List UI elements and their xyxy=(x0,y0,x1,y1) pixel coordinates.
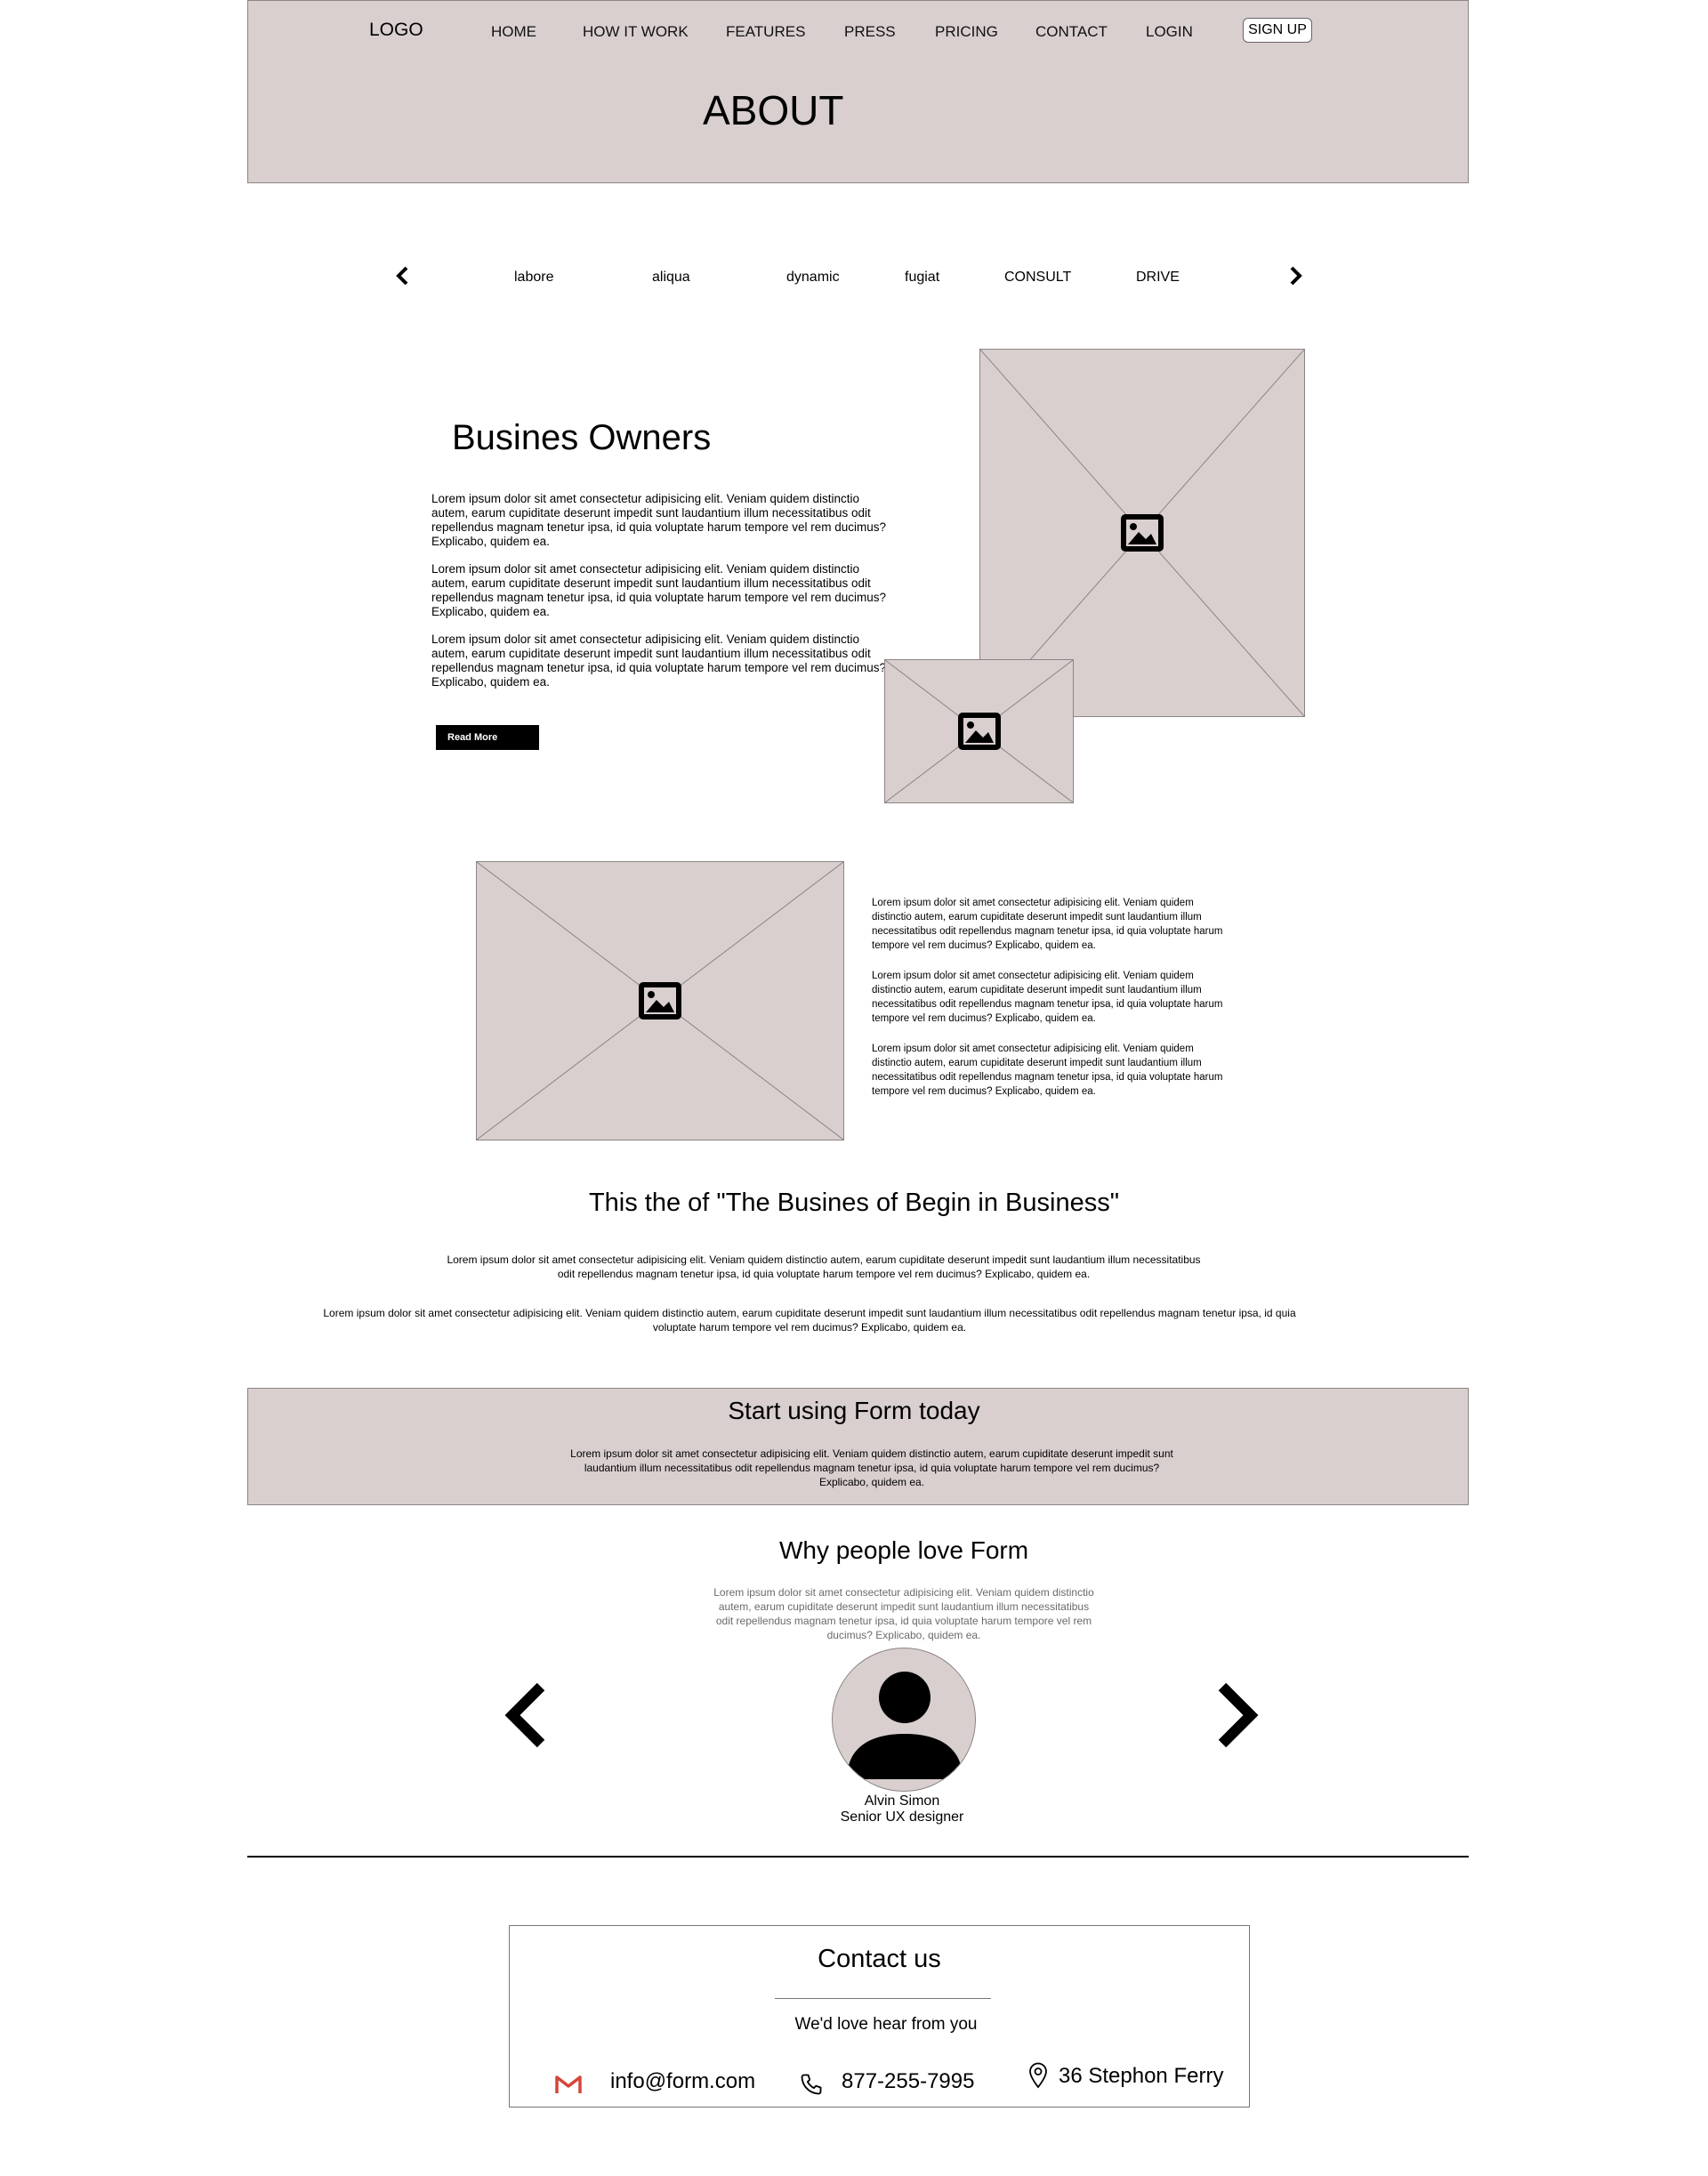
person-name: Alvin Simon xyxy=(864,1793,940,1809)
divider xyxy=(247,1856,1469,1858)
testimonial-text: Lorem ipsum dolor sit amet consectetur a… xyxy=(713,1586,1094,1641)
image-icon xyxy=(639,982,681,1019)
phone-icon xyxy=(801,2074,822,2095)
category-aliqua[interactable]: aliqua xyxy=(652,270,690,286)
gmail-icon xyxy=(555,2075,582,2094)
contact-title: Contact us xyxy=(818,1945,941,1973)
image-icon xyxy=(957,713,1001,750)
body-paragraph: Lorem ipsum dolor sit amet consectetur a… xyxy=(872,898,1223,951)
chevron-right-icon[interactable] xyxy=(1285,265,1306,286)
section-title: Busines Owners xyxy=(452,418,712,457)
body-paragraph: Lorem ipsum dolor sit amet consectetur a… xyxy=(872,1044,1223,1097)
image-placeholder xyxy=(476,861,844,1140)
contact-subtitle: We'd love hear from you xyxy=(794,2015,978,2034)
nav-home[interactable]: HOME xyxy=(491,23,536,41)
nav-features[interactable]: FEATURES xyxy=(726,23,805,41)
read-more-button[interactable]: Read More xyxy=(436,725,539,750)
category-fugiat[interactable]: fugiat xyxy=(905,270,939,286)
nav-how-it-work[interactable]: HOW IT WORK xyxy=(583,23,689,41)
body-paragraph: Lorem ipsum dolor sit amet consectetur a… xyxy=(323,1307,1296,1334)
nav-contact[interactable]: CONTACT xyxy=(1035,23,1108,41)
contact-divider xyxy=(775,1998,991,1999)
category-labore[interactable]: labore xyxy=(514,270,553,286)
section-title: This the of "The Busines of Begin in Bus… xyxy=(588,1189,1120,1217)
body-paragraph: Lorem ipsum dolor sit amet consectetur a… xyxy=(431,492,887,548)
contact-phone[interactable]: 877-255-7995 xyxy=(842,2069,974,2094)
testimonials-title: Why people love Form xyxy=(778,1536,1029,1564)
body-paragraph: Lorem ipsum dolor sit amet consectetur a… xyxy=(872,971,1223,1024)
body-paragraph: Lorem ipsum dolor sit amet consectetur a… xyxy=(447,1253,1201,1280)
category-dynamic[interactable]: dynamic xyxy=(786,270,840,286)
section-body: Lorem ipsum dolor sit amet consectetur a… xyxy=(431,492,894,703)
person-role: Senior UX designer xyxy=(840,1809,964,1825)
location-pin-icon xyxy=(1029,2062,1047,2089)
body-paragraph: Lorem ipsum dolor sit amet consectetur a… xyxy=(431,562,887,618)
logo[interactable]: LOGO xyxy=(369,20,423,41)
image-icon xyxy=(1121,514,1164,552)
image-placeholder xyxy=(884,659,1074,803)
user-icon xyxy=(847,1672,963,1779)
contact-address: 36 Stephon Ferry xyxy=(1059,2064,1224,2088)
chevron-left-icon[interactable] xyxy=(392,265,414,286)
category-drive[interactable]: DRIVE xyxy=(1136,270,1180,286)
nav-press[interactable]: PRESS xyxy=(844,23,896,41)
cta-title: Start using Form today xyxy=(728,1397,980,1424)
avatar xyxy=(832,1648,976,1792)
cta-text: Lorem ipsum dolor sit amet consectetur a… xyxy=(570,1447,1173,1488)
page-title: ABOUT xyxy=(703,87,844,133)
testimonial-next-icon[interactable] xyxy=(1213,1683,1260,1747)
section-body: Lorem ipsum dolor sit amet consectetur a… xyxy=(872,896,1228,1115)
body-paragraph: Lorem ipsum dolor sit amet consectetur a… xyxy=(431,633,887,689)
sign-up-button[interactable]: SIGN UP xyxy=(1243,18,1312,43)
contact-email[interactable]: info@form.com xyxy=(610,2069,755,2094)
testimonial-prev-icon[interactable] xyxy=(504,1683,550,1747)
category-consult[interactable]: CONSULT xyxy=(1004,270,1071,286)
nav-login[interactable]: LOGIN xyxy=(1146,23,1193,41)
nav-pricing[interactable]: PRICING xyxy=(935,23,998,41)
